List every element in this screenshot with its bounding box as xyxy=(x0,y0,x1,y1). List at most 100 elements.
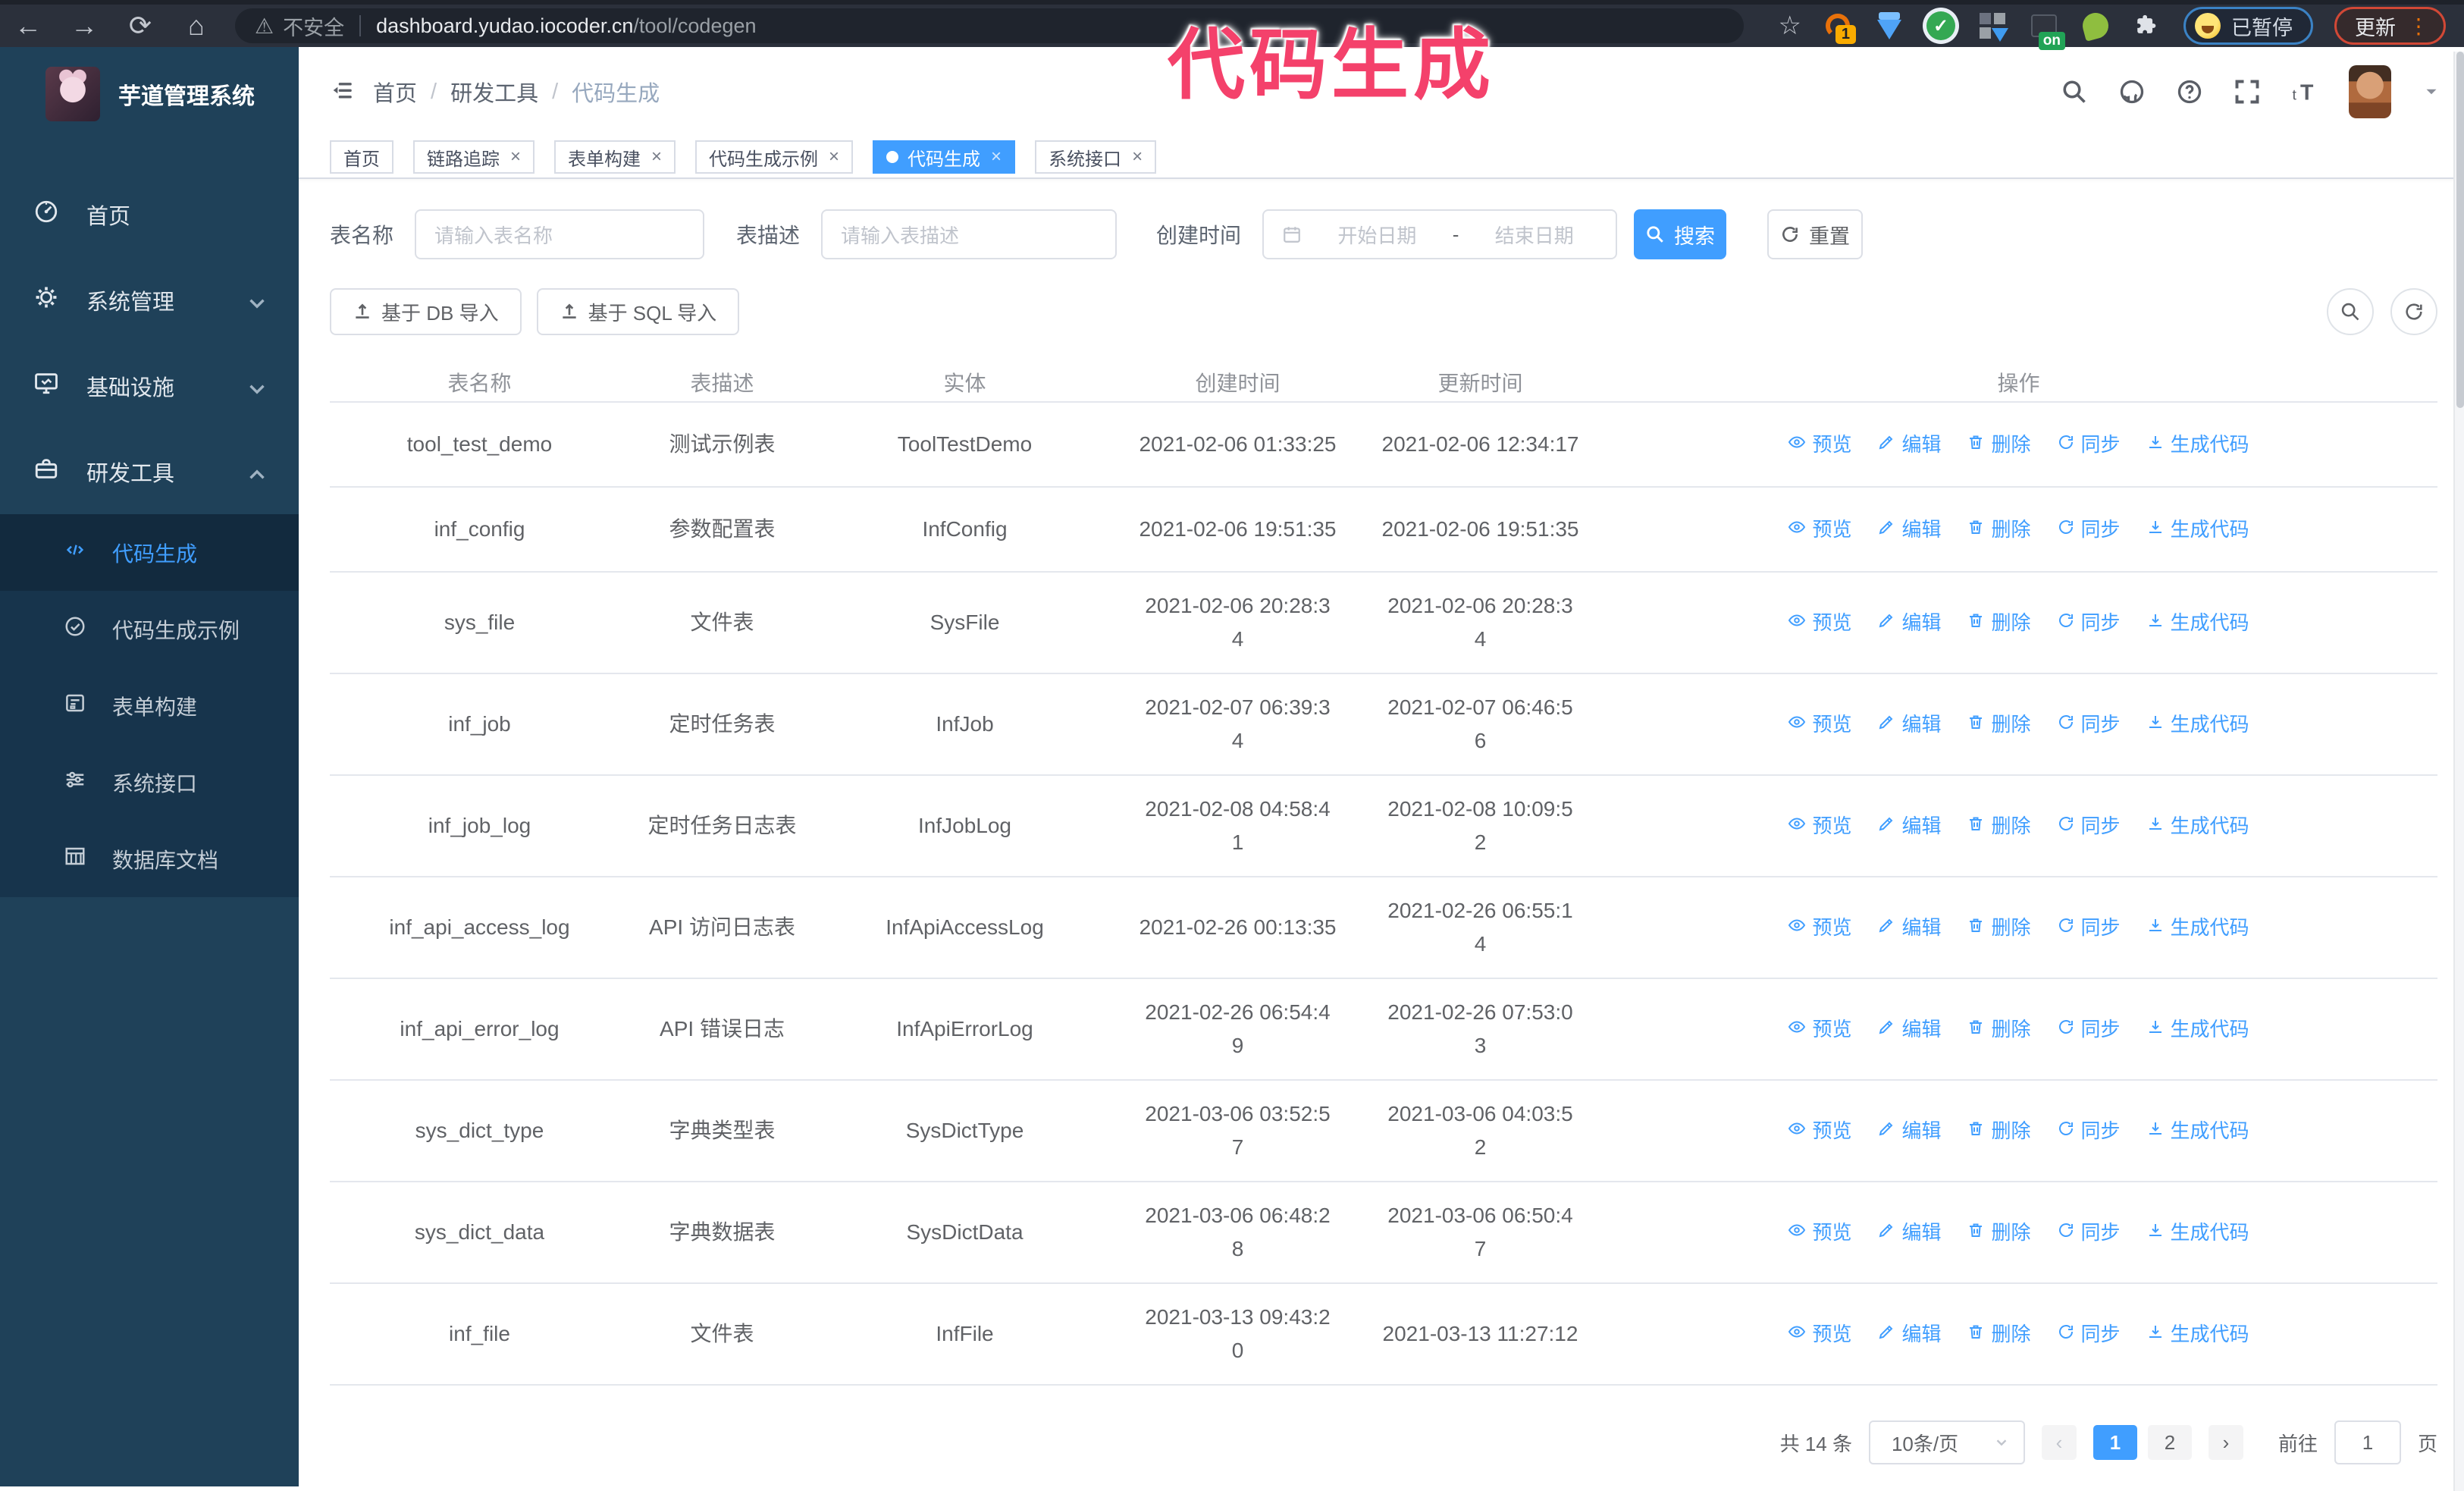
delete-action[interactable]: 删除 xyxy=(1967,513,2031,546)
preview-action[interactable]: 预览 xyxy=(1788,1114,1851,1147)
delete-action[interactable]: 删除 xyxy=(1967,1012,2031,1046)
browser-home-icon[interactable]: ⌂ xyxy=(168,10,224,42)
sidebar-subitem-1[interactable]: 代码生成示例 xyxy=(0,591,299,667)
preview-action[interactable]: 预览 xyxy=(1788,809,1851,843)
extension-loop-icon[interactable]: 1 xyxy=(1823,11,1856,44)
sidebar-item-0[interactable]: 首页 xyxy=(0,171,299,257)
date-range-input[interactable]: 开始日期 - 结束日期 xyxy=(1262,209,1618,259)
sidebar-subitem-4[interactable]: 数据库文档 xyxy=(0,821,299,897)
edit-action[interactable]: 编辑 xyxy=(1877,1012,1941,1046)
sync-action[interactable]: 同步 xyxy=(2057,1012,2121,1046)
delete-action[interactable]: 删除 xyxy=(1967,1216,2031,1249)
sync-action[interactable]: 同步 xyxy=(2057,428,2121,461)
generate-code-action[interactable]: 生成代码 xyxy=(2146,911,2249,944)
sync-action[interactable]: 同步 xyxy=(2057,708,2121,741)
preview-action[interactable]: 预览 xyxy=(1788,1317,1851,1351)
close-icon[interactable]: × xyxy=(991,146,1002,168)
extension-check-icon[interactable]: ✓ xyxy=(1926,11,1956,41)
generate-code-action[interactable]: 生成代码 xyxy=(2146,428,2249,461)
edit-action[interactable]: 编辑 xyxy=(1877,428,1941,461)
sidebar-subitem-0[interactable]: 代码生成 xyxy=(0,514,299,591)
app-logo-row[interactable]: 芋道管理系统 xyxy=(0,47,299,141)
table-desc-input[interactable]: 请输入表描述 xyxy=(821,209,1118,259)
edit-action[interactable]: 编辑 xyxy=(1877,809,1941,843)
generate-code-action[interactable]: 生成代码 xyxy=(2146,1012,2249,1046)
scrollbar-thumb[interactable] xyxy=(2456,52,2464,408)
extension-grid-icon[interactable] xyxy=(1977,11,2008,42)
delete-action[interactable]: 删除 xyxy=(1967,911,2031,944)
refresh-table-button[interactable] xyxy=(2390,288,2437,335)
edit-action[interactable]: 编辑 xyxy=(1877,708,1941,741)
toggle-search-button[interactable] xyxy=(2327,288,2374,335)
bookmark-star-icon[interactable]: ☆ xyxy=(1779,11,1801,41)
user-avatar[interactable] xyxy=(2349,65,2391,118)
preview-action[interactable]: 预览 xyxy=(1788,1216,1851,1249)
page-button-2[interactable]: 2 xyxy=(2147,1425,2192,1460)
preview-action[interactable]: 预览 xyxy=(1788,606,1851,639)
sync-action[interactable]: 同步 xyxy=(2057,513,2121,546)
page-size-select[interactable]: 10条/页 xyxy=(1868,1420,2025,1464)
font-size-icon[interactable]: tT xyxy=(2291,78,2318,105)
browser-back-icon[interactable]: ← xyxy=(0,10,56,42)
generate-code-action[interactable]: 生成代码 xyxy=(2146,513,2249,546)
delete-action[interactable]: 删除 xyxy=(1967,606,2031,639)
sidebar-item-3[interactable]: 研发工具 xyxy=(0,428,299,514)
profile-paused-badge[interactable]: 已暂停 xyxy=(2183,7,2313,45)
tag-4[interactable]: 代码生成 × xyxy=(873,140,1016,174)
delete-action[interactable]: 删除 xyxy=(1967,809,2031,843)
tag-3[interactable]: 代码生成示例 × xyxy=(695,140,854,174)
extension-gem-icon[interactable] xyxy=(1874,11,1904,41)
extension-key-icon[interactable] xyxy=(2080,10,2111,42)
generate-code-action[interactable]: 生成代码 xyxy=(2146,708,2249,741)
address-bar[interactable]: ⚠ 不安全 dashboard.yudao.iocoder.cn/tool/co… xyxy=(235,8,1744,43)
browser-menu-dots-icon[interactable]: ⋮ xyxy=(2408,14,2430,39)
generate-code-action[interactable]: 生成代码 xyxy=(2146,1216,2249,1249)
next-page-button[interactable]: › xyxy=(2208,1425,2243,1460)
close-icon[interactable]: × xyxy=(1132,146,1143,168)
sidebar-item-1[interactable]: 系统管理 xyxy=(0,257,299,343)
edit-action[interactable]: 编辑 xyxy=(1877,911,1941,944)
header-search-icon[interactable] xyxy=(2061,78,2088,105)
github-icon[interactable] xyxy=(2118,78,2146,105)
goto-page-input[interactable]: 1 xyxy=(2334,1420,2401,1464)
edit-action[interactable]: 编辑 xyxy=(1877,1216,1941,1249)
generate-code-action[interactable]: 生成代码 xyxy=(2146,1114,2249,1147)
tag-5[interactable]: 系统接口 × xyxy=(1035,140,1157,174)
breadcrumb-item-1[interactable]: 研发工具 xyxy=(450,76,538,108)
close-icon[interactable]: × xyxy=(829,146,839,168)
extensions-puzzle-icon[interactable] xyxy=(2132,11,2162,41)
sync-action[interactable]: 同步 xyxy=(2057,606,2121,639)
generate-code-action[interactable]: 生成代码 xyxy=(2146,1317,2249,1351)
fullscreen-icon[interactable] xyxy=(2234,78,2261,105)
avatar-caret-down-icon[interactable] xyxy=(2422,82,2441,102)
prev-page-button[interactable]: ‹ xyxy=(2041,1425,2077,1460)
sync-action[interactable]: 同步 xyxy=(2057,911,2121,944)
sidebar-item-2[interactable]: 基础设施 xyxy=(0,343,299,428)
generate-code-action[interactable]: 生成代码 xyxy=(2146,606,2249,639)
edit-action[interactable]: 编辑 xyxy=(1877,606,1941,639)
sync-action[interactable]: 同步 xyxy=(2057,1114,2121,1147)
tag-1[interactable]: 链路追踪 × xyxy=(413,140,535,174)
preview-action[interactable]: 预览 xyxy=(1788,513,1851,546)
import-db-button[interactable]: 基于 DB 导入 xyxy=(330,288,522,335)
preview-action[interactable]: 预览 xyxy=(1788,708,1851,741)
sidebar-subitem-3[interactable]: 系统接口 xyxy=(0,744,299,821)
page-button-1[interactable]: 1 xyxy=(2093,1425,2137,1460)
close-icon[interactable]: × xyxy=(510,146,521,168)
sync-action[interactable]: 同步 xyxy=(2057,1216,2121,1249)
browser-forward-icon[interactable]: → xyxy=(56,10,112,42)
tag-0[interactable]: 首页 xyxy=(330,140,393,174)
table-name-input[interactable]: 请输入表名称 xyxy=(415,209,705,259)
preview-action[interactable]: 预览 xyxy=(1788,1012,1851,1046)
browser-reload-icon[interactable]: ⟳ xyxy=(112,10,168,42)
browser-update-button[interactable]: 更新 ⋮ xyxy=(2334,7,2446,45)
delete-action[interactable]: 删除 xyxy=(1967,428,2031,461)
help-icon[interactable] xyxy=(2176,78,2203,105)
close-icon[interactable]: × xyxy=(651,146,662,168)
search-button[interactable]: 搜索 xyxy=(1634,209,1727,259)
breadcrumb-item-0[interactable]: 首页 xyxy=(373,76,417,108)
generate-code-action[interactable]: 生成代码 xyxy=(2146,809,2249,843)
delete-action[interactable]: 删除 xyxy=(1967,1114,2031,1147)
preview-action[interactable]: 预览 xyxy=(1788,428,1851,461)
import-sql-button[interactable]: 基于 SQL 导入 xyxy=(536,288,740,335)
